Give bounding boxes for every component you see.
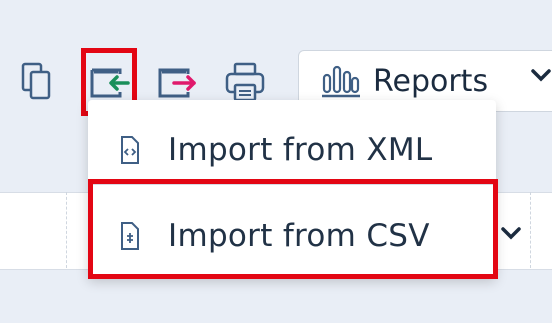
reports-label: Reports [373,63,489,99]
xml-file-icon [121,136,139,164]
chevron-down-icon[interactable] [500,226,522,242]
copy-button[interactable] [12,54,62,110]
copy-icon [21,62,51,100]
chevron-down-icon[interactable] [530,68,552,84]
menu-item-label: Import from XML [168,132,433,168]
csv-highlight-box [88,179,498,279]
table-column-divider [66,192,67,268]
chart-icon [322,65,360,98]
print-icon [225,62,265,102]
export-icon [158,68,196,98]
table-column-divider [530,192,531,268]
